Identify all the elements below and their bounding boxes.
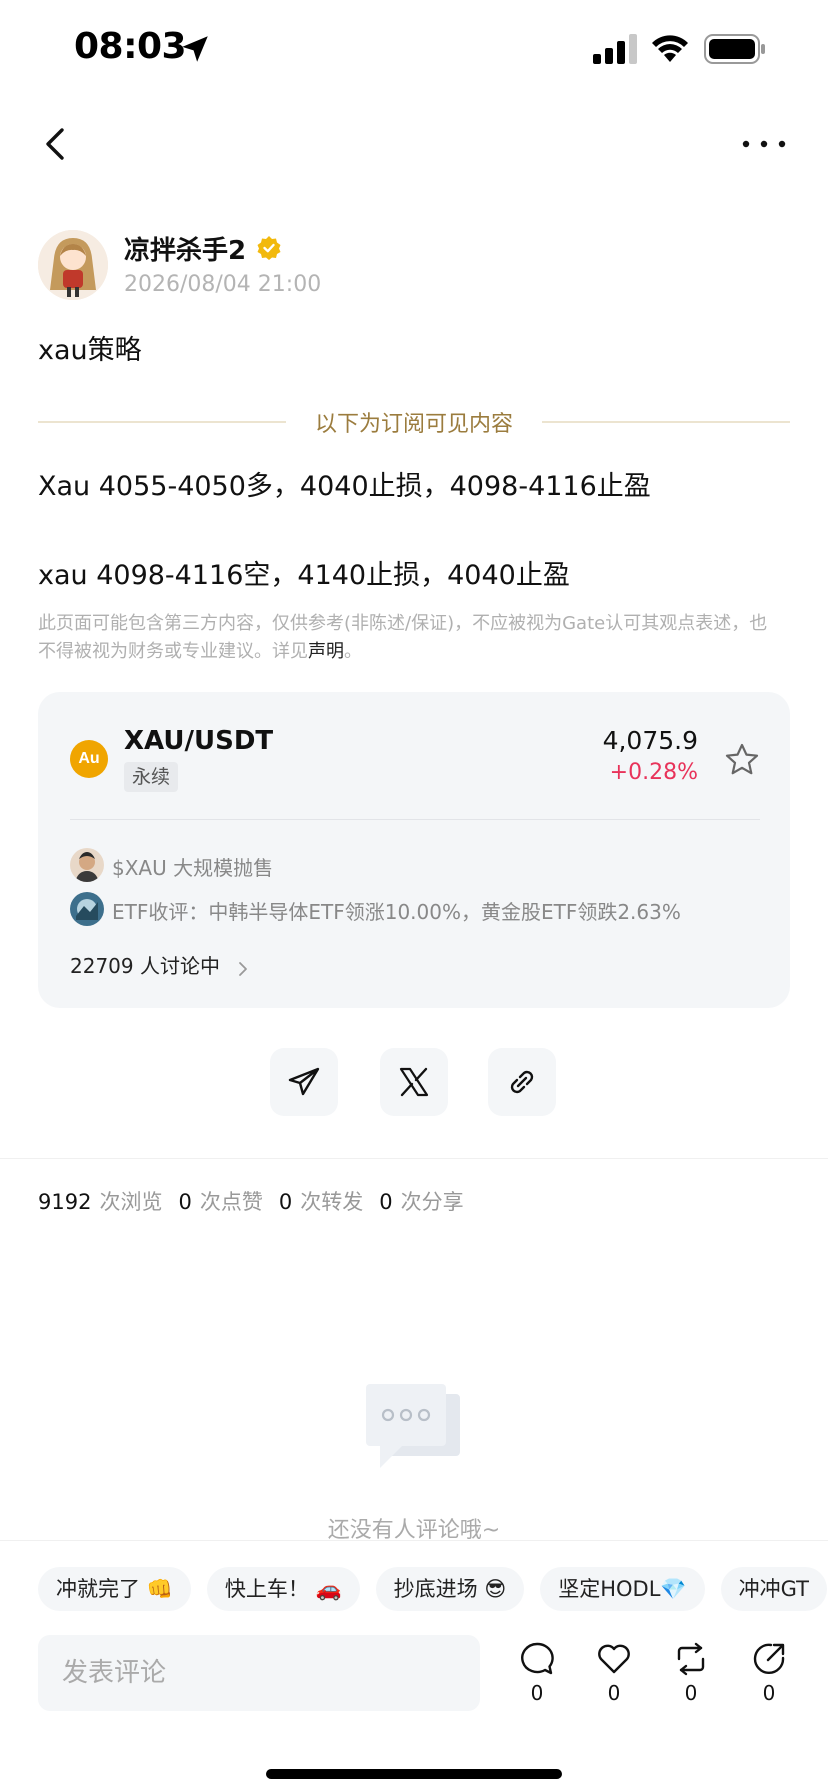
share-arrow-icon (753, 1643, 785, 1675)
views-count: 9192 (38, 1190, 92, 1214)
avatar-illustration (38, 230, 108, 300)
more-horizontal-icon (742, 140, 786, 148)
wifi-icon (652, 35, 688, 62)
disclaimer: 此页面可能包含第三方内容，仅供参考(非陈述/保证)，不应被视为Gate认可其观点… (38, 610, 778, 666)
post-line-2: xau 4098-4116空，4140止损，4040止盈 (38, 560, 570, 591)
copy-link-button[interactable] (488, 1048, 556, 1116)
disclaimer-text: 此页面可能包含第三方内容，仅供参考(非陈述/保证)，不应被视为Gate认可其观点… (38, 613, 768, 662)
quick-reply-chip[interactable]: 冲就完了 👊 (38, 1567, 191, 1611)
like-count: 0 (607, 1681, 621, 1705)
subscription-divider: 以下为订阅可见内容 (38, 406, 790, 438)
news-item[interactable]: $XAU 大规模抛售 (70, 846, 760, 882)
price: 4,075.9 (602, 726, 698, 755)
reposts-label: 次转发 (300, 1190, 364, 1214)
news-title: $XAU 大规模抛售 (112, 856, 274, 880)
author-avatar[interactable] (38, 230, 108, 300)
comment-bubble-icon (521, 1642, 554, 1675)
status-time: 08:03 (74, 26, 187, 67)
chevron-right-icon (239, 961, 247, 976)
section-divider (0, 1158, 828, 1159)
post-title: xau策略 (38, 335, 142, 366)
views-label: 次浏览 (99, 1190, 163, 1214)
comment-count: 0 (530, 1681, 544, 1705)
contract-type-tag: 永续 (124, 762, 179, 792)
news-avatar (70, 848, 104, 882)
repost-icon (677, 1642, 705, 1676)
disclaimer-link[interactable]: 声明 (308, 641, 344, 662)
gold-coin-icon: Au (70, 740, 108, 778)
x-logo-icon (399, 1067, 429, 1097)
post-stats: 9192 次浏览 0 次点赞 0 次转发 0 次分享 (38, 1186, 480, 1216)
reposts-count: 0 (278, 1190, 293, 1214)
telegram-icon (288, 1067, 320, 1096)
likes-count: 0 (178, 1190, 192, 1214)
post-timestamp: 2026/08/04 21:00 (124, 272, 322, 297)
repost-count: 0 (684, 1681, 698, 1705)
verified-badge-icon (257, 236, 281, 260)
heart-icon (598, 1644, 630, 1674)
comment-action[interactable]: 0 (512, 1641, 562, 1713)
comment-input[interactable] (38, 1635, 480, 1711)
quick-reply-chip[interactable]: 冲冲GT (720, 1567, 827, 1611)
shares-label: 次分享 (400, 1190, 464, 1214)
share-telegram-button[interactable] (270, 1048, 338, 1116)
disclaimer-end: 。 (344, 641, 362, 662)
divider-line-right (542, 421, 790, 423)
empty-comments-icon (366, 1384, 460, 1468)
cellular-signal-icon (593, 34, 637, 64)
quick-reply-chip[interactable]: 抄底进场 😎 (375, 1567, 525, 1611)
card-divider (70, 819, 760, 820)
location-arrow-icon (182, 36, 208, 62)
share-x-button[interactable] (380, 1048, 448, 1116)
quick-replies: 冲就完了 👊 快上车！ 🚗 抄底进场 😎 坚定HODL💎 冲冲GT (38, 1567, 828, 1615)
pair-name: XAU/USDT (124, 726, 274, 756)
price-change: +0.28% (609, 760, 698, 785)
like-action[interactable]: 0 (589, 1641, 639, 1713)
status-bar: 08:03 (0, 0, 828, 100)
bottom-bar: 冲就完了 👊 快上车！ 🚗 抄底进场 😎 坚定HODL💎 冲冲GT 0 0 0 0 (0, 1540, 828, 1792)
quick-reply-chip[interactable]: 坚定HODL💎 (540, 1567, 705, 1611)
discussion-count: 22709 人讨论中 (70, 954, 220, 978)
quick-reply-chip[interactable]: 快上车！ 🚗 (206, 1567, 360, 1611)
share-action[interactable]: 0 (744, 1641, 794, 1713)
post-line-1: Xau 4055-4050多，4040止损，4098-4116止盈 (38, 471, 651, 502)
discussion-link[interactable]: 22709 人讨论中 (70, 950, 251, 980)
news-avatar (70, 892, 104, 926)
likes-label: 次点赞 (199, 1190, 263, 1214)
back-button[interactable] (36, 124, 76, 164)
market-card[interactable]: Au XAU/USDT 永续 4,075.9 +0.28% $XAU 大规模抛售 (38, 692, 790, 1008)
home-indicator (266, 1769, 562, 1779)
more-button[interactable] (740, 126, 788, 162)
author-name[interactable]: 凉拌杀手2 (124, 230, 246, 267)
star-outline-icon (725, 743, 759, 775)
chevron-left-icon (46, 128, 64, 160)
link-icon (510, 1070, 534, 1094)
share-count: 0 (762, 1681, 776, 1705)
repost-action[interactable]: 0 (666, 1641, 716, 1713)
favorite-button[interactable] (724, 742, 760, 778)
news-item[interactable]: ETF收评：中韩半导体ETF领涨10.00%，黄金股ETF领跌2.63% (70, 890, 760, 926)
battery-icon (704, 34, 765, 64)
shares-count: 0 (379, 1190, 393, 1214)
news-title: ETF收评：中韩半导体ETF领涨10.00%，黄金股ETF领跌2.63% (112, 900, 681, 924)
